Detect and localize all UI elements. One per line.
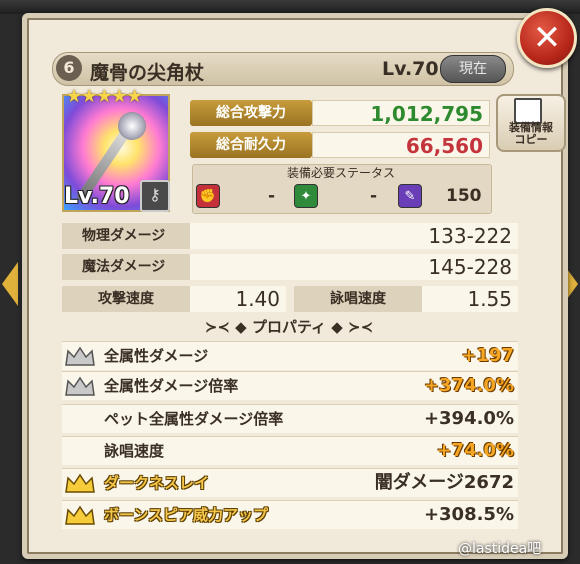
ornament-left-icon: ≻≺ ◆ (204, 318, 252, 336)
close-icon: ✕ (532, 18, 562, 58)
property-name: 詠唱速度 (104, 442, 165, 460)
silver-crown-icon (65, 376, 95, 396)
rarity-badge: 6 (56, 55, 82, 81)
agility-icon: ✦ (294, 184, 318, 208)
item-image-level: Lv.70 (64, 184, 130, 209)
total-durability-label: 総合耐久力 (190, 132, 312, 158)
cast-speed-value: 1.55 (422, 286, 518, 312)
star-rating-icon: ★★★★★ (66, 86, 143, 107)
property-value: +308.5% (423, 504, 514, 525)
attack-speed-label: 攻撃速度 (62, 286, 190, 312)
cast-speed-label: 詠唱速度 (294, 286, 422, 312)
property-header-text: プロパティ (251, 318, 327, 336)
property-value: 闇ダメージ2672 (374, 472, 514, 493)
silver-crown-icon (65, 346, 95, 366)
copy-button-label: 装備情報 コピー (509, 121, 553, 146)
property-name: 全属性ダメージ (104, 347, 209, 365)
close-button[interactable]: ✕ (517, 8, 577, 68)
agility-requirement: - (370, 186, 378, 206)
total-attack-label: 総合攻撃力 (190, 100, 312, 126)
property-row: ダークネスレイ 闇ダメージ2672 (62, 468, 518, 497)
watermark: @lastidea吧 (458, 541, 542, 557)
key-icon[interactable]: ⚷ (140, 180, 170, 212)
current-badge: 現在 (440, 55, 506, 83)
property-name: 全属性ダメージ倍率 (104, 377, 239, 395)
total-attack-value: 1,012,795 (312, 100, 490, 126)
property-name: ダークネスレイ (104, 474, 210, 492)
property-name: ボーンスピア威力アップ (104, 506, 268, 524)
property-value: +394.0% (423, 408, 514, 429)
top-strip (0, 0, 580, 14)
magic-damage-label: 魔法ダメージ (62, 254, 190, 280)
ornament-right-icon: ◆ ≻≺ (326, 318, 374, 336)
property-value: +74.0% (436, 440, 514, 461)
strength-requirement: - (268, 186, 276, 206)
strength-icon: ✊ (196, 184, 220, 208)
property-row: ボーンスピア威力アップ +308.5% (62, 500, 518, 529)
gold-crown-icon (65, 473, 95, 493)
total-durability-value: 66,560 (312, 132, 490, 158)
property-row: ペット全属性ダメージ倍率 +394.0% (62, 404, 518, 433)
property-header: ≻≺ ◆ プロパティ ◆ ≻≺ (62, 316, 516, 340)
item-level: Lv.70 (382, 58, 439, 80)
staff-head-icon (118, 112, 146, 140)
property-row: 詠唱速度 +74.0% (62, 436, 518, 465)
property-value: +374.0% (423, 375, 514, 396)
physical-damage-value: 133-222 (190, 223, 518, 249)
gold-crown-icon (65, 505, 95, 525)
property-name: ペット全属性ダメージ倍率 (104, 410, 284, 428)
property-row: 全属性ダメージ +197 (62, 341, 518, 370)
intelligence-icon: ✎ (398, 184, 422, 208)
requirement-title: 装備必要ステータス (286, 166, 395, 180)
magic-damage-value: 145-228 (190, 254, 518, 280)
intelligence-requirement: 150 (446, 186, 482, 206)
property-row: 全属性ダメージ倍率 +374.0% (62, 371, 518, 400)
property-value: +197 (461, 345, 514, 366)
item-name: 魔骨の尖角杖 (90, 62, 205, 84)
previous-item-arrow-icon[interactable] (2, 262, 18, 306)
attack-speed-value: 1.40 (190, 286, 286, 312)
physical-damage-label: 物理ダメージ (62, 223, 190, 249)
